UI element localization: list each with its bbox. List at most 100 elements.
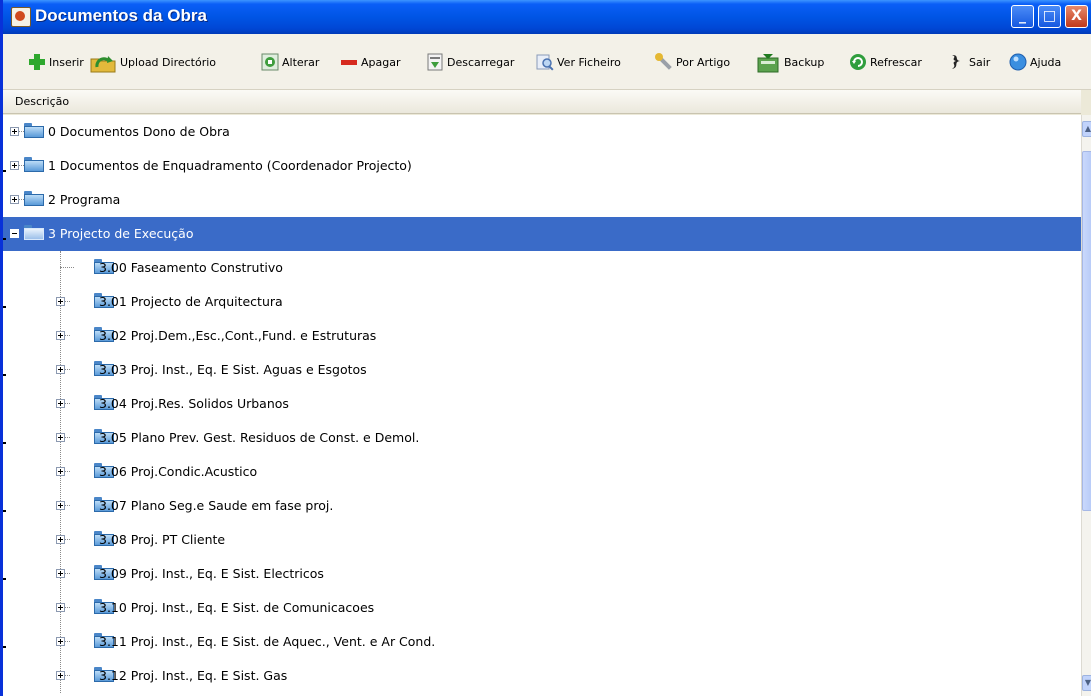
maximize-icon: □: [1042, 8, 1057, 24]
tree-node-label: 3.11 Proj. Inst., Eq. E Sist. de Aquec.,…: [99, 634, 436, 649]
expand-icon[interactable]: [56, 365, 65, 374]
delete-button[interactable]: Apagar: [340, 51, 401, 73]
expand-icon[interactable]: [56, 501, 65, 510]
expand-icon[interactable]: [56, 637, 65, 646]
tree-connector: [65, 403, 70, 404]
refresh-label: Refrescar: [870, 55, 922, 69]
tree-child-node[interactable]: 3.12 Proj. Inst., Eq. E Sist. Gas: [3, 659, 1081, 693]
help-button[interactable]: Ajuda: [1009, 51, 1061, 73]
tree-child-node[interactable]: 3.01 Projecto de Arquitectura: [3, 285, 1081, 319]
tree-child-node[interactable]: 3.02 Proj.Dem.,Esc.,Cont.,Fund. e Estrut…: [3, 319, 1081, 353]
tree-child-node[interactable]: 3.08 Proj. PT Cliente: [3, 523, 1081, 557]
upload-directory-label: Upload Directório: [120, 55, 217, 69]
insert-button[interactable]: Inserir: [28, 51, 84, 73]
tree-node-label: 3 Projecto de Execução: [48, 226, 194, 241]
tree-node-label: 3.07 Plano Seg.e Saude em fase proj.: [99, 498, 334, 513]
edit-icon: [261, 53, 279, 71]
expand-icon[interactable]: [56, 603, 65, 612]
expand-icon[interactable]: [56, 535, 65, 544]
tree-connector: [65, 607, 70, 608]
tree-node-label: 3.10 Proj. Inst., Eq. E Sist. de Comunic…: [99, 600, 375, 615]
tree-node-label: 0 Documentos Dono de Obra: [48, 124, 230, 139]
expand-icon[interactable]: [10, 195, 19, 204]
scrollbar-thumb[interactable]: [1082, 151, 1091, 511]
upload-directory-button[interactable]: Upload Directório: [89, 51, 216, 73]
backup-button[interactable]: Backup: [755, 51, 824, 73]
expand-icon[interactable]: [56, 297, 65, 306]
tree-child-node[interactable]: 3.09 Proj. Inst., Eq. E Sist. Electricos: [3, 557, 1081, 591]
expand-icon[interactable]: [56, 399, 65, 408]
tree-node-label: 3.12 Proj. Inst., Eq. E Sist. Gas: [99, 668, 288, 683]
tree-node-label: 3.04 Proj.Res. Solidos Urbanos: [99, 396, 289, 411]
edge-mark: [3, 578, 6, 580]
tree-child-node[interactable]: 3.10 Proj. Inst., Eq. E Sist. de Comunic…: [3, 591, 1081, 625]
window-title: Documentos da Obra: [35, 6, 207, 25]
view-file-button[interactable]: Ver Ficheiro: [536, 51, 621, 73]
tree-child-node[interactable]: 3.05 Plano Prev. Gest. Residuos de Const…: [3, 421, 1081, 455]
tree-child-node[interactable]: 3.11 Proj. Inst., Eq. E Sist. de Aquec.,…: [3, 625, 1081, 659]
tree-node-label: 3.02 Proj.Dem.,Esc.,Cont.,Fund. e Estrut…: [99, 328, 377, 343]
minimize-button[interactable]: _: [1011, 5, 1034, 28]
column-header-description[interactable]: Descrição: [3, 90, 1081, 114]
expand-icon[interactable]: [10, 161, 19, 170]
expand-icon[interactable]: [56, 433, 65, 442]
edit-label: Alterar: [282, 55, 320, 69]
help-icon: [1009, 53, 1027, 71]
expand-icon[interactable]: [56, 467, 65, 476]
exit-button[interactable]: Sair: [948, 51, 990, 73]
tree-child-node[interactable]: 3.03 Proj. Inst., Eq. E Sist. Aguas e Es…: [3, 353, 1081, 387]
tree-connector: [65, 539, 70, 540]
chevron-up-icon: ▲: [1084, 124, 1091, 133]
by-article-button[interactable]: Por Artigo: [655, 51, 730, 73]
tree-connector: [65, 437, 70, 438]
vertical-scrollbar[interactable]: ▲ ▼: [1081, 115, 1091, 696]
minimize-icon: _: [1019, 8, 1026, 24]
refresh-button[interactable]: Refrescar: [849, 51, 922, 73]
tree-connector: [65, 675, 70, 676]
expand-icon[interactable]: [10, 127, 19, 136]
chevron-down-icon: ▼: [1084, 678, 1091, 687]
tree-node[interactable]: 0 Documentos Dono de Obra: [3, 115, 1081, 149]
view-file-label: Ver Ficheiro: [557, 55, 621, 69]
folder-icon: [24, 123, 44, 139]
exit-icon: [948, 53, 966, 71]
edge-mark: [3, 306, 6, 308]
toolbar: Inserir Upload Directório Alterar Apagar…: [3, 34, 1091, 90]
scroll-up-button[interactable]: ▲: [1082, 121, 1091, 137]
tree-child-node[interactable]: 3.07 Plano Seg.e Saude em fase proj.: [3, 489, 1081, 523]
insert-label: Inserir: [49, 55, 84, 69]
tree-node-label: 3.05 Plano Prev. Gest. Residuos de Const…: [99, 430, 420, 445]
collapse-icon[interactable]: [10, 229, 19, 238]
expand-icon[interactable]: [56, 671, 65, 680]
by-article-label: Por Artigo: [676, 55, 731, 69]
tree-node[interactable]: 2 Programa: [3, 183, 1081, 217]
document-tree: 0 Documentos Dono de Obra 1 Documentos de…: [3, 115, 1081, 696]
edge-mark: [3, 646, 6, 648]
download-label: Descarregar: [447, 55, 515, 69]
tree-connector: [65, 505, 70, 506]
delete-label: Apagar: [361, 55, 401, 69]
tree-child-node[interactable]: 3.04 Proj.Res. Solidos Urbanos: [3, 387, 1081, 421]
scroll-down-button[interactable]: ▼: [1082, 675, 1091, 691]
column-header-label: Descrição: [15, 95, 70, 108]
download-button[interactable]: Descarregar: [426, 51, 514, 73]
tree-node-label: 3.06 Proj.Condic.Acustico: [99, 464, 258, 479]
title-bar[interactable]: Documentos da Obra _ □ X: [3, 0, 1091, 34]
edge-mark: [3, 238, 6, 240]
tree-node-label: 3.08 Proj. PT Cliente: [99, 532, 226, 547]
tree-node-label: 1 Documentos de Enquadramento (Coordenad…: [48, 158, 412, 173]
tree-connector: [65, 573, 70, 574]
maximize-button[interactable]: □: [1038, 5, 1061, 28]
expand-icon[interactable]: [56, 569, 65, 578]
close-button[interactable]: X: [1065, 5, 1088, 28]
expand-icon[interactable]: [56, 331, 65, 340]
edge-mark: [3, 442, 6, 444]
wrench-icon: [655, 53, 673, 71]
tree-node[interactable]: 1 Documentos de Enquadramento (Coordenad…: [3, 149, 1081, 183]
tree-child-node[interactable]: 3.00 Faseamento Construtivo: [3, 251, 1081, 285]
tree-node[interactable]: 3 Projecto de Execução: [3, 217, 1081, 251]
tree-child-node[interactable]: 3.06 Proj.Condic.Acustico: [3, 455, 1081, 489]
edit-button[interactable]: Alterar: [261, 51, 319, 73]
edge-mark: [3, 170, 6, 172]
folder-open-icon: [24, 225, 44, 241]
